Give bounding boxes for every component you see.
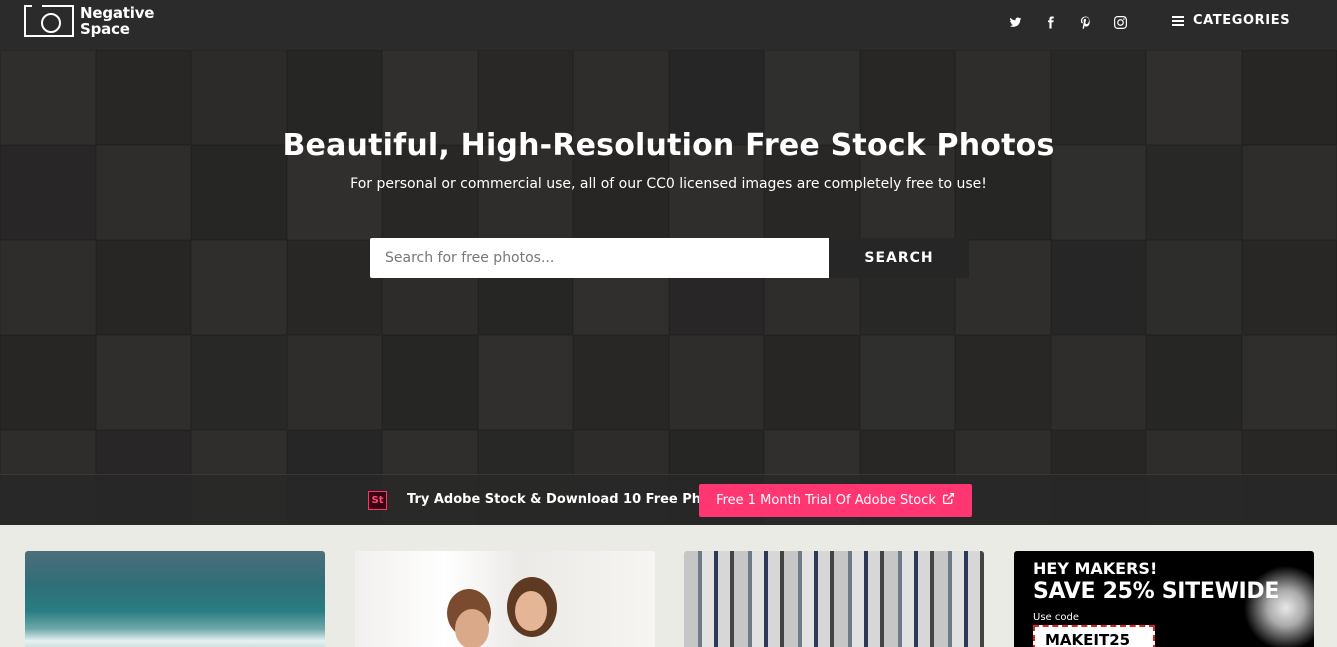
twitter-icon[interactable] bbox=[1006, 13, 1024, 31]
photo-face-1 bbox=[455, 609, 489, 647]
top-navbar: Negative Space CATEGORIES bbox=[0, 0, 1337, 50]
categories-label: CATEGORIES bbox=[1193, 13, 1291, 28]
adobe-trial-button[interactable]: Free 1 Month Trial Of Adobe Stock bbox=[699, 484, 972, 517]
hero-dark-overlay bbox=[0, 50, 1337, 525]
hero-title: Beautiful, High-Resolution Free Stock Ph… bbox=[282, 128, 1055, 163]
ad-coupon-code: MAKEIT25 bbox=[1033, 625, 1155, 647]
logo-text: Negative Space bbox=[80, 5, 154, 37]
adobe-stock-promo-bar: St Try Adobe Stock & Download 10 Free Ph… bbox=[0, 474, 1337, 525]
ad-headline: HEY MAKERS! bbox=[1033, 559, 1158, 578]
promo-text: Try Adobe Stock & Download 10 Free Photo… bbox=[407, 492, 733, 507]
pinterest-icon[interactable] bbox=[1076, 13, 1094, 31]
instagram-icon[interactable] bbox=[1111, 13, 1129, 31]
facebook-icon[interactable] bbox=[1041, 13, 1059, 31]
photo-card-parking-lot-cars[interactable] bbox=[684, 551, 984, 647]
search-input[interactable] bbox=[370, 238, 829, 278]
site-logo[interactable]: Negative Space bbox=[24, 2, 154, 37]
hamburger-icon bbox=[1172, 15, 1184, 26]
adobe-stock-logo-icon: St bbox=[368, 491, 387, 510]
hero-banner: Beautiful, High-Resolution Free Stock Ph… bbox=[0, 50, 1337, 525]
ad-offer: SAVE 25% SITEWIDE bbox=[1033, 579, 1280, 604]
hero-subtitle: For personal or commercial use, all of o… bbox=[350, 176, 987, 192]
search-form: SEARCH bbox=[370, 238, 969, 278]
adobe-trial-button-label: Free 1 Month Trial Of Adobe Stock bbox=[716, 493, 936, 508]
logo-line-2: Space bbox=[80, 20, 130, 38]
categories-menu-button[interactable]: CATEGORIES bbox=[1172, 13, 1290, 28]
search-button[interactable]: SEARCH bbox=[829, 238, 969, 278]
sponsored-ad-card[interactable]: HEY MAKERS! SAVE 25% SITEWIDE Use code M… bbox=[1014, 551, 1314, 647]
camera-logo-icon bbox=[24, 2, 74, 37]
ad-code-label: Use code bbox=[1033, 612, 1079, 623]
logo-line-1: Negative bbox=[80, 4, 155, 22]
ad-splash-graphic bbox=[1244, 565, 1314, 647]
photo-face-2 bbox=[515, 591, 547, 631]
social-links bbox=[1006, 13, 1129, 31]
external-link-icon bbox=[942, 492, 955, 509]
photo-card-couple[interactable] bbox=[355, 551, 655, 647]
photo-card-ocean-waves[interactable] bbox=[25, 551, 325, 647]
